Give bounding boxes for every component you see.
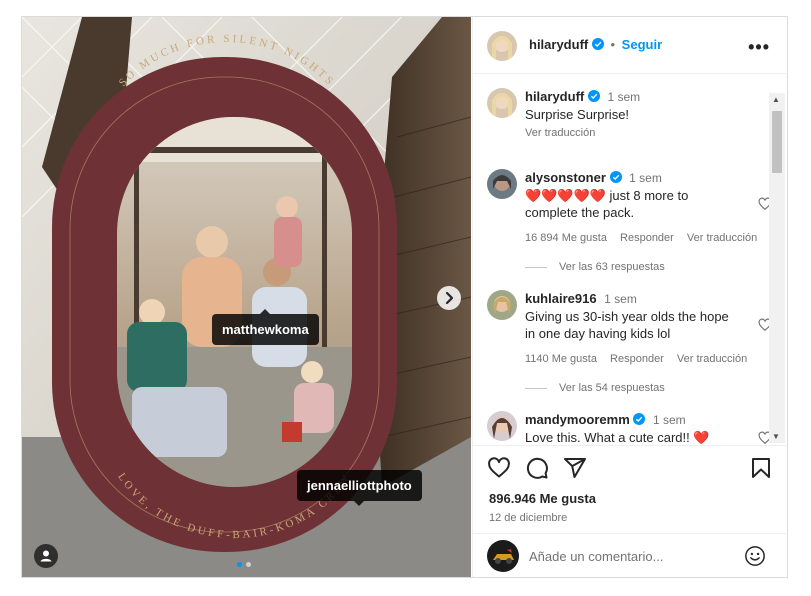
post-side-panel: hilaryduff • Seguir ••• hilaryduff 1 sem…	[472, 17, 788, 577]
comments-list[interactable]: hilaryduff 1 sem Surprise Surprise! Ver …	[473, 75, 788, 445]
translate-link[interactable]: Ver traducción	[525, 127, 595, 139]
carousel-dot	[246, 562, 251, 567]
translate-link[interactable]: Ver traducción	[677, 353, 747, 365]
comment-text: Love this. What a cute card!! ❤️	[525, 430, 710, 445]
comment-username[interactable]: alysonstoner	[525, 170, 606, 185]
likes-count[interactable]: 896.946 Me gusta	[489, 491, 596, 506]
scroll-down-icon[interactable]: ▼	[772, 432, 780, 441]
scroll-up-icon[interactable]: ▲	[772, 95, 780, 104]
comment-time: 1 sem	[653, 413, 686, 427]
comment-username[interactable]: kuhlaire916	[525, 291, 597, 306]
reply-button[interactable]: Responder	[610, 353, 664, 365]
comment-time: 1 sem	[604, 292, 637, 306]
more-options-icon[interactable]: •••	[748, 37, 770, 58]
caption-text: Surprise Surprise!	[525, 107, 630, 122]
post-actions: 896.946 Me gusta 12 de diciembre	[473, 445, 788, 577]
post-dialog: SO MUCH FOR SILENT NIGHTS LOVE, THE DUFF-…	[21, 16, 788, 578]
reply-button[interactable]: Responder	[620, 232, 674, 244]
post-date: 12 de diciembre	[489, 512, 568, 524]
commenter-avatar[interactable]	[487, 290, 517, 320]
comment-text: ❤️❤️❤️❤️❤️ just 8 more to complete the p…	[525, 188, 689, 220]
author-avatar[interactable]	[487, 88, 517, 118]
commenter-avatar[interactable]	[487, 169, 517, 199]
carousel-dot-active	[237, 562, 242, 567]
comment-text: Giving us 30-ish year olds the hope in o…	[525, 309, 729, 341]
emoji-icon[interactable]	[744, 545, 766, 567]
comment-icon[interactable]	[525, 456, 549, 480]
view-replies-link[interactable]: Ver las 63 respuestas	[525, 261, 665, 273]
translate-link[interactable]: Ver traducción	[687, 232, 757, 244]
chevron-right-icon	[445, 291, 454, 305]
author-avatar[interactable]	[487, 31, 517, 61]
comment-time: 1 sem	[629, 171, 662, 185]
post-media[interactable]: SO MUCH FOR SILENT NIGHTS LOVE, THE DUFF-…	[22, 17, 471, 577]
next-image-button[interactable]	[437, 286, 461, 310]
scrollbar-thumb[interactable]	[772, 111, 782, 173]
show-tags-button[interactable]	[34, 544, 58, 568]
user-tag-icon	[40, 550, 52, 562]
separator-dot: •	[610, 37, 616, 52]
verified-icon	[633, 413, 646, 425]
verified-icon	[609, 171, 622, 183]
caption-username[interactable]: hilaryduff	[525, 89, 584, 104]
comments-scrollbar[interactable]: ▲ ▼	[769, 93, 785, 443]
commenter-avatar[interactable]	[487, 411, 517, 441]
post-header: hilaryduff • Seguir •••	[473, 17, 788, 74]
comment-username[interactable]: mandymooremm	[525, 412, 630, 427]
view-replies-link[interactable]: Ver las 54 respuestas	[525, 382, 665, 394]
share-icon[interactable]	[563, 456, 587, 480]
follow-button[interactable]: Seguir	[622, 37, 662, 52]
comment-likes[interactable]: 1140 Me gusta	[525, 353, 597, 365]
author-username[interactable]: hilaryduff	[529, 37, 588, 52]
comment-likes[interactable]: 16 894 Me gusta	[525, 232, 607, 244]
current-user-avatar	[487, 540, 519, 572]
verified-icon	[591, 38, 604, 50]
verified-icon	[587, 90, 600, 102]
user-tag-matthewkoma[interactable]: matthewkoma	[212, 309, 319, 345]
user-tag-jennaelliottphoto[interactable]: jennaelliottphoto	[297, 470, 422, 506]
heart-icon[interactable]	[487, 456, 511, 480]
comment-composer	[473, 533, 788, 578]
comment-input[interactable]	[529, 549, 719, 564]
caption-time: 1 sem	[607, 90, 641, 104]
bookmark-icon[interactable]	[749, 456, 773, 480]
